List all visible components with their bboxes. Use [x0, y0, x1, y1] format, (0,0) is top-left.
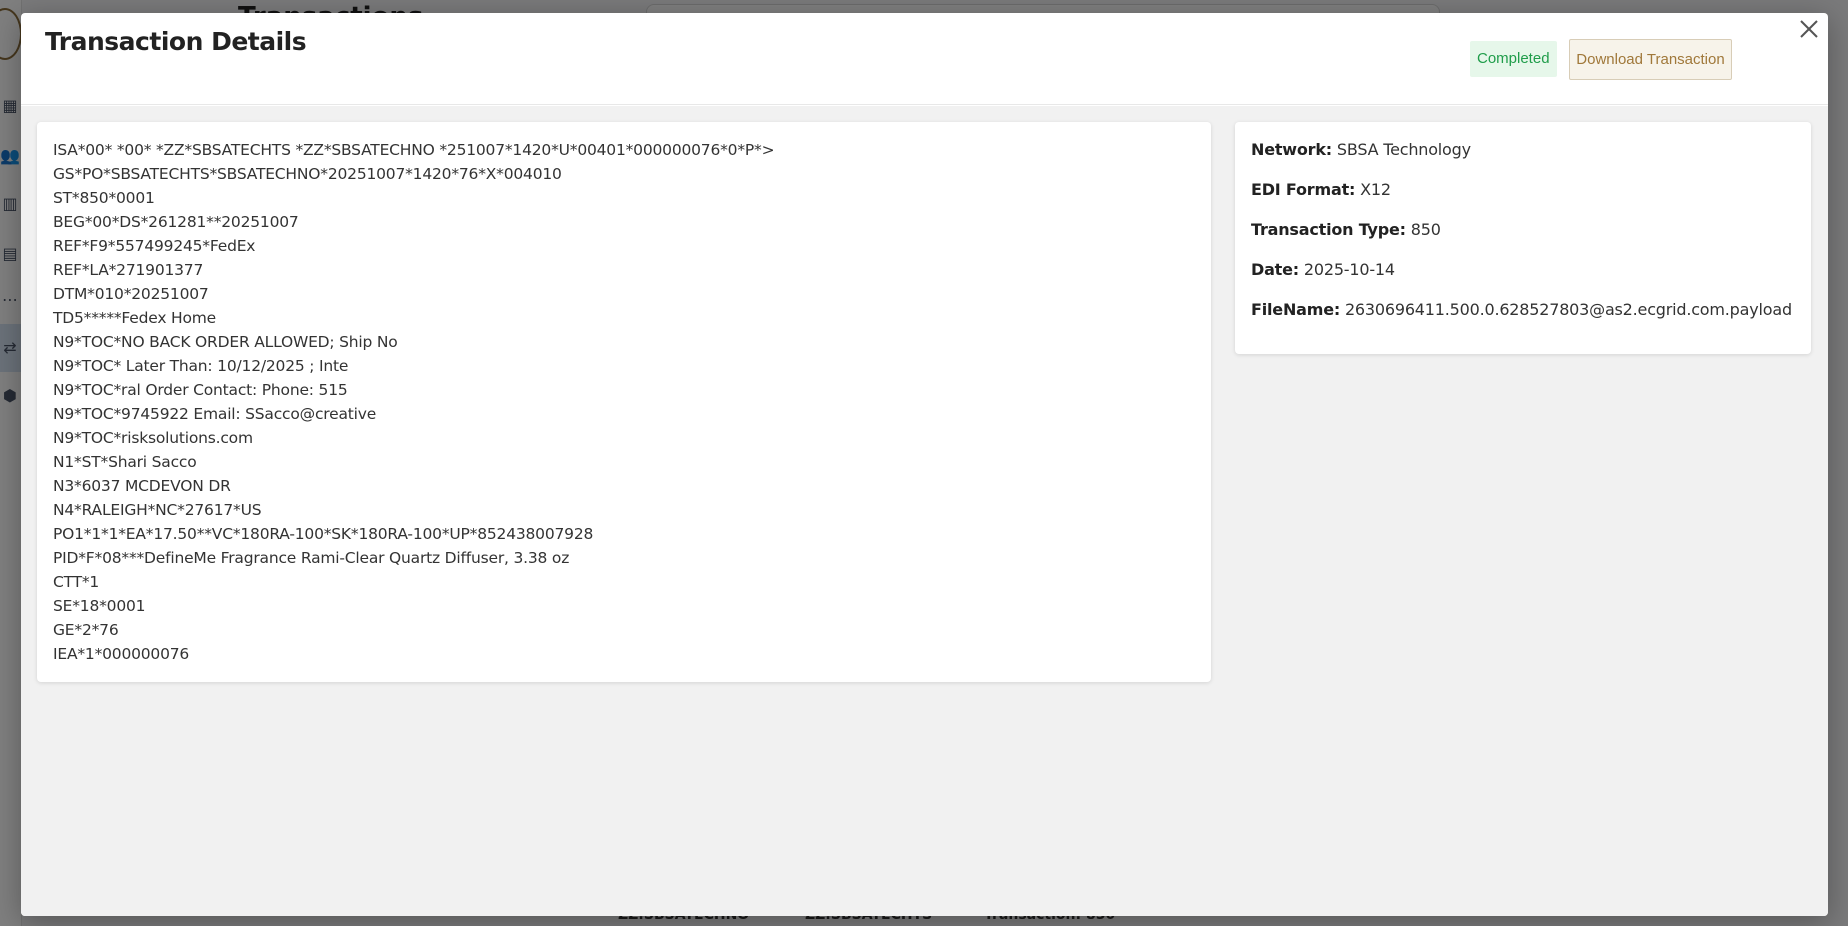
transaction-type-label: Transaction Type: — [1251, 220, 1406, 239]
modal-body: ISA*00* *00* *ZZ*SBSATECHTS *ZZ*SBSATECH… — [21, 106, 1828, 916]
edi-segment: CTT*1 — [53, 573, 100, 591]
edi-segment: ST*850*0001 — [53, 189, 155, 207]
edi-segment: TD5*****Fedex Home — [53, 309, 216, 327]
network-row: Network: SBSA Technology — [1251, 138, 1795, 162]
transaction-info-panel: Network: SBSA Technology EDI Format: X12… — [1235, 122, 1811, 354]
edi-segment: GS*PO*SBSATECHTS*SBSATECHNO*20251007*142… — [53, 165, 562, 183]
date-value: 2025-10-14 — [1303, 260, 1395, 279]
edi-segment: REF*F9*557499245*FedEx — [53, 237, 256, 255]
transaction-type-value: 850 — [1410, 220, 1441, 239]
date-label: Date: — [1251, 260, 1299, 279]
edi-segment: N9*TOC*NO BACK ORDER ALLOWED; Ship No — [53, 333, 398, 351]
network-label: Network: — [1251, 140, 1332, 159]
edi-segment: N1*ST*Shari Sacco — [53, 453, 197, 471]
edi-format-value: X12 — [1360, 180, 1391, 199]
filename-row: FileName: 2630696411.500.0.628527803@as2… — [1251, 298, 1795, 322]
edi-format-row: EDI Format: X12 — [1251, 178, 1795, 202]
network-value: SBSA Technology — [1336, 140, 1471, 159]
edi-segment: N9*TOC* Later Than: 10/12/2025 ; Inte — [53, 357, 349, 375]
edi-segment: IEA*1*000000076 — [53, 645, 190, 663]
edi-segment: DTM*010*20251007 — [53, 285, 209, 303]
edi-segment: REF*LA*271901377 — [53, 261, 204, 279]
edi-segment: PID*F*08***DefineMe Fragrance Rami-Clear… — [53, 549, 570, 567]
status-badge: Completed — [1470, 41, 1557, 77]
download-transaction-button[interactable]: Download Transaction — [1569, 39, 1732, 80]
edi-segment: N3*6037 MCDEVON DR — [53, 477, 231, 495]
transaction-details-modal: Transaction Details Completed Download T… — [21, 13, 1828, 916]
edi-segment: BEG*00*DS*261281**20251007 — [53, 213, 299, 231]
edi-segment: SE*18*0001 — [53, 597, 146, 615]
edi-segment: N9*TOC*ral Order Contact: Phone: 515 — [53, 381, 348, 399]
edi-segment: PO1*1*1*EA*17.50**VC*180RA-100*SK*180RA-… — [53, 525, 594, 543]
edi-segment: N9*TOC*9745922 Email: SSacco@creative — [53, 405, 377, 423]
edi-format-label: EDI Format: — [1251, 180, 1356, 199]
filename-value: 2630696411.500.0.628527803@as2.ecgrid.co… — [1344, 300, 1792, 319]
modal-title: Transaction Details — [45, 27, 307, 56]
close-button[interactable] — [1793, 13, 1825, 45]
edi-segment: GE*2*76 — [53, 621, 119, 639]
close-icon — [1800, 20, 1818, 38]
filename-label: FileName: — [1251, 300, 1341, 319]
edi-segment: ISA*00* *00* *ZZ*SBSATECHTS *ZZ*SBSATECH… — [53, 141, 775, 159]
transaction-type-row: Transaction Type: 850 — [1251, 218, 1795, 242]
edi-segment: N9*TOC*risksolutions.com — [53, 429, 253, 447]
edi-segment: N4*RALEIGH*NC*27617*US — [53, 501, 262, 519]
date-row: Date: 2025-10-14 — [1251, 258, 1795, 282]
modal-header: Transaction Details Completed Download T… — [21, 13, 1828, 105]
edi-content-panel: ISA*00* *00* *ZZ*SBSATECHTS *ZZ*SBSATECH… — [37, 122, 1211, 682]
